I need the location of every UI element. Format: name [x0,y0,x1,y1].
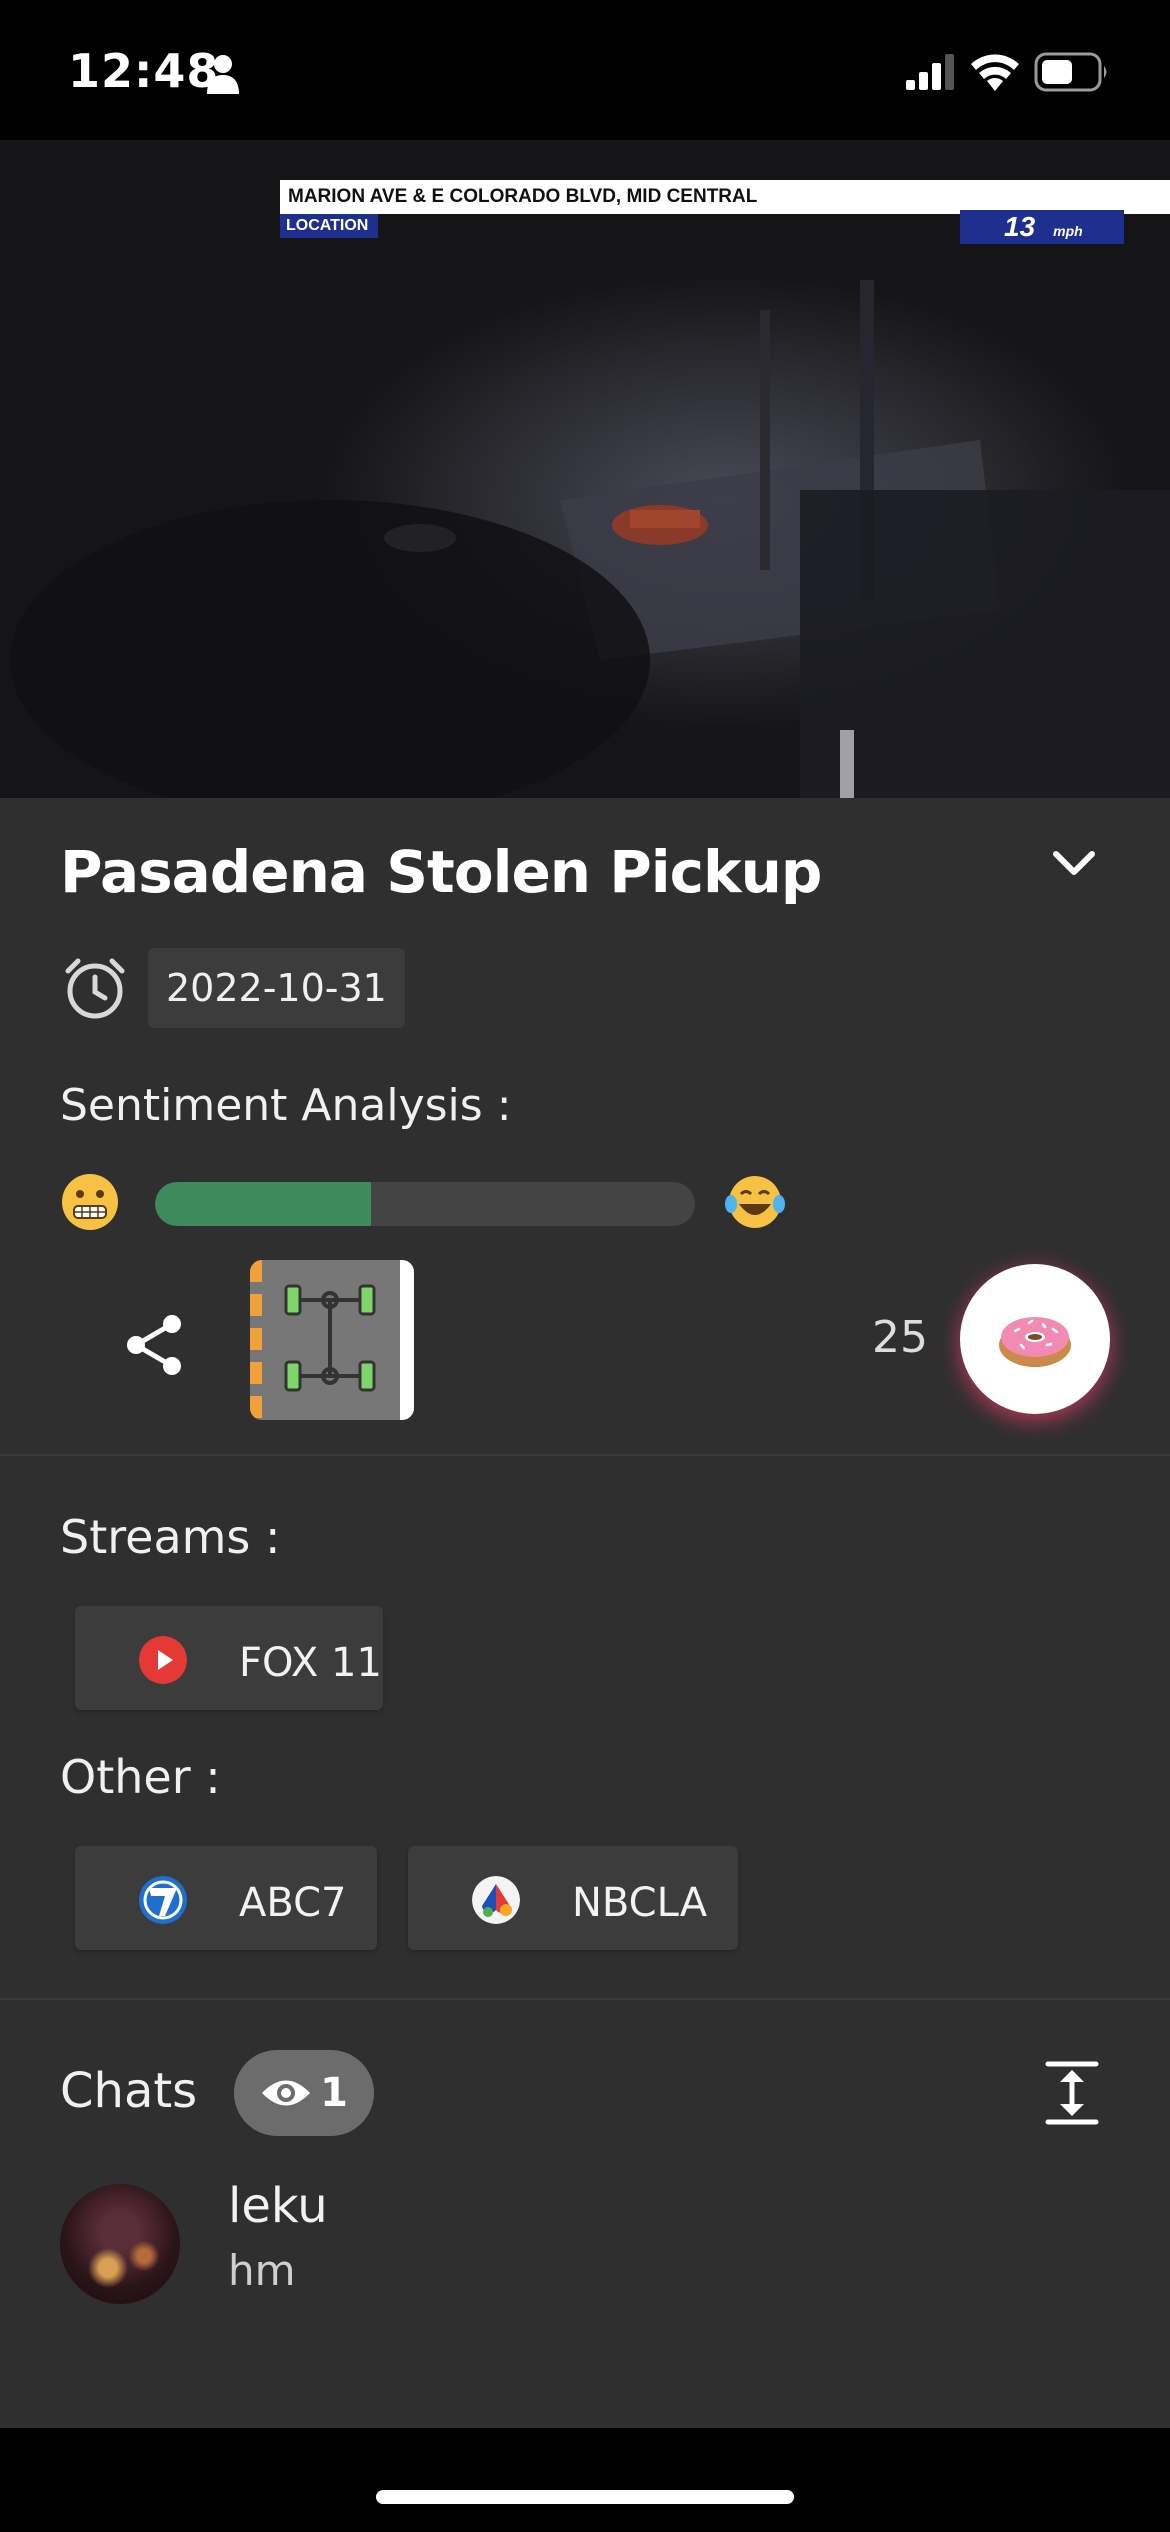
event-date: 2022-10-31 [148,948,405,1028]
tears-of-joy-emoji-icon [725,1172,785,1232]
other-name: NBCLA [572,1880,708,1926]
signal-icon [906,54,954,90]
speed-value: 13 [1004,211,1036,242]
location-tag: LOCATION [280,214,378,238]
stream-name: FOX 11 [239,1640,382,1686]
sentiment-track [155,1182,695,1226]
battery-icon [1034,52,1107,92]
stream-chip-fox11[interactable]: FOX 11 [75,1606,383,1710]
chat-username: leku [228,2178,328,2234]
chat-message-text: hm [228,2246,296,2295]
other-label: Other : [60,1750,221,1804]
other-name: ABC7 [239,1880,347,1926]
event-panel: Pasadena Stolen Pickup 2022-10-31 Sentim… [0,798,1170,2428]
avatar[interactable] [60,2184,180,2304]
news-ticker: MARION AVE & E COLORADO BLVD, MID CENTRA… [280,180,1170,214]
donut-count: 25 [872,1312,928,1363]
sentiment-fill [155,1182,371,1226]
alarm-clock-icon [65,958,125,1019]
grimace-emoji-icon [60,1172,120,1232]
status-right-icons [906,52,1110,92]
speed-unit: mph [1053,223,1083,239]
nbc-logo-icon [472,1876,520,1924]
status-time: 12:48 [68,44,220,98]
home-indicator[interactable] [376,2490,794,2504]
viewer-count-badge: 1 [234,2050,374,2136]
status-bar: 12:48 [0,0,1170,140]
abc7-logo-icon [139,1876,187,1924]
eye-icon [262,2080,311,2106]
action-row: 25 [0,1260,1170,1440]
share-icon[interactable] [120,1310,190,1380]
speed-readout: 13 mph [960,210,1124,244]
divider [0,1998,1170,2000]
donut-button[interactable] [960,1264,1110,1414]
sentiment-label: Sentiment Analysis : [60,1080,512,1131]
event-title: Pasadena Stolen Pickup [60,838,822,906]
donut-icon [999,1317,1071,1367]
person-icon [207,55,239,94]
video-player[interactable]: MARION AVE & E COLORADO BLVD, MID CENTRA… [0,140,1170,798]
youtube-icon [139,1636,187,1684]
streams-label: Streams : [60,1510,281,1564]
chassis-icon [284,1284,376,1392]
other-chip-nbcla[interactable]: NBCLA [408,1846,738,1950]
divider [0,1454,1170,1456]
viewer-count: 1 [320,2070,348,2116]
vehicle-chassis-button[interactable] [250,1260,414,1420]
chevron-down-icon[interactable] [1048,844,1100,884]
sentiment-bar [60,1172,800,1242]
other-chip-abc7[interactable]: ABC7 [75,1846,377,1950]
chats-label: Chats [60,2063,198,2119]
expand-vertical-icon[interactable] [1042,2060,1102,2126]
wifi-icon [971,54,1019,91]
date-row: 2022-10-31 [60,948,405,1028]
